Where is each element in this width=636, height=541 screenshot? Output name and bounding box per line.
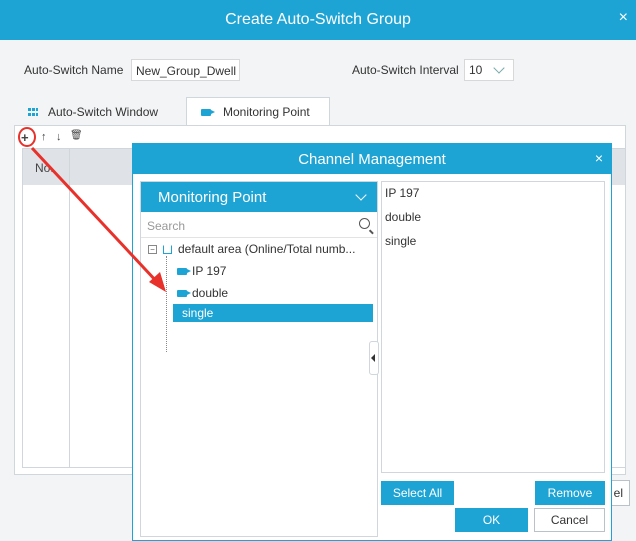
annotation-arrow-line bbox=[30, 146, 160, 285]
annotation-circle bbox=[18, 127, 36, 147]
annotation-overlay bbox=[18, 127, 166, 292]
